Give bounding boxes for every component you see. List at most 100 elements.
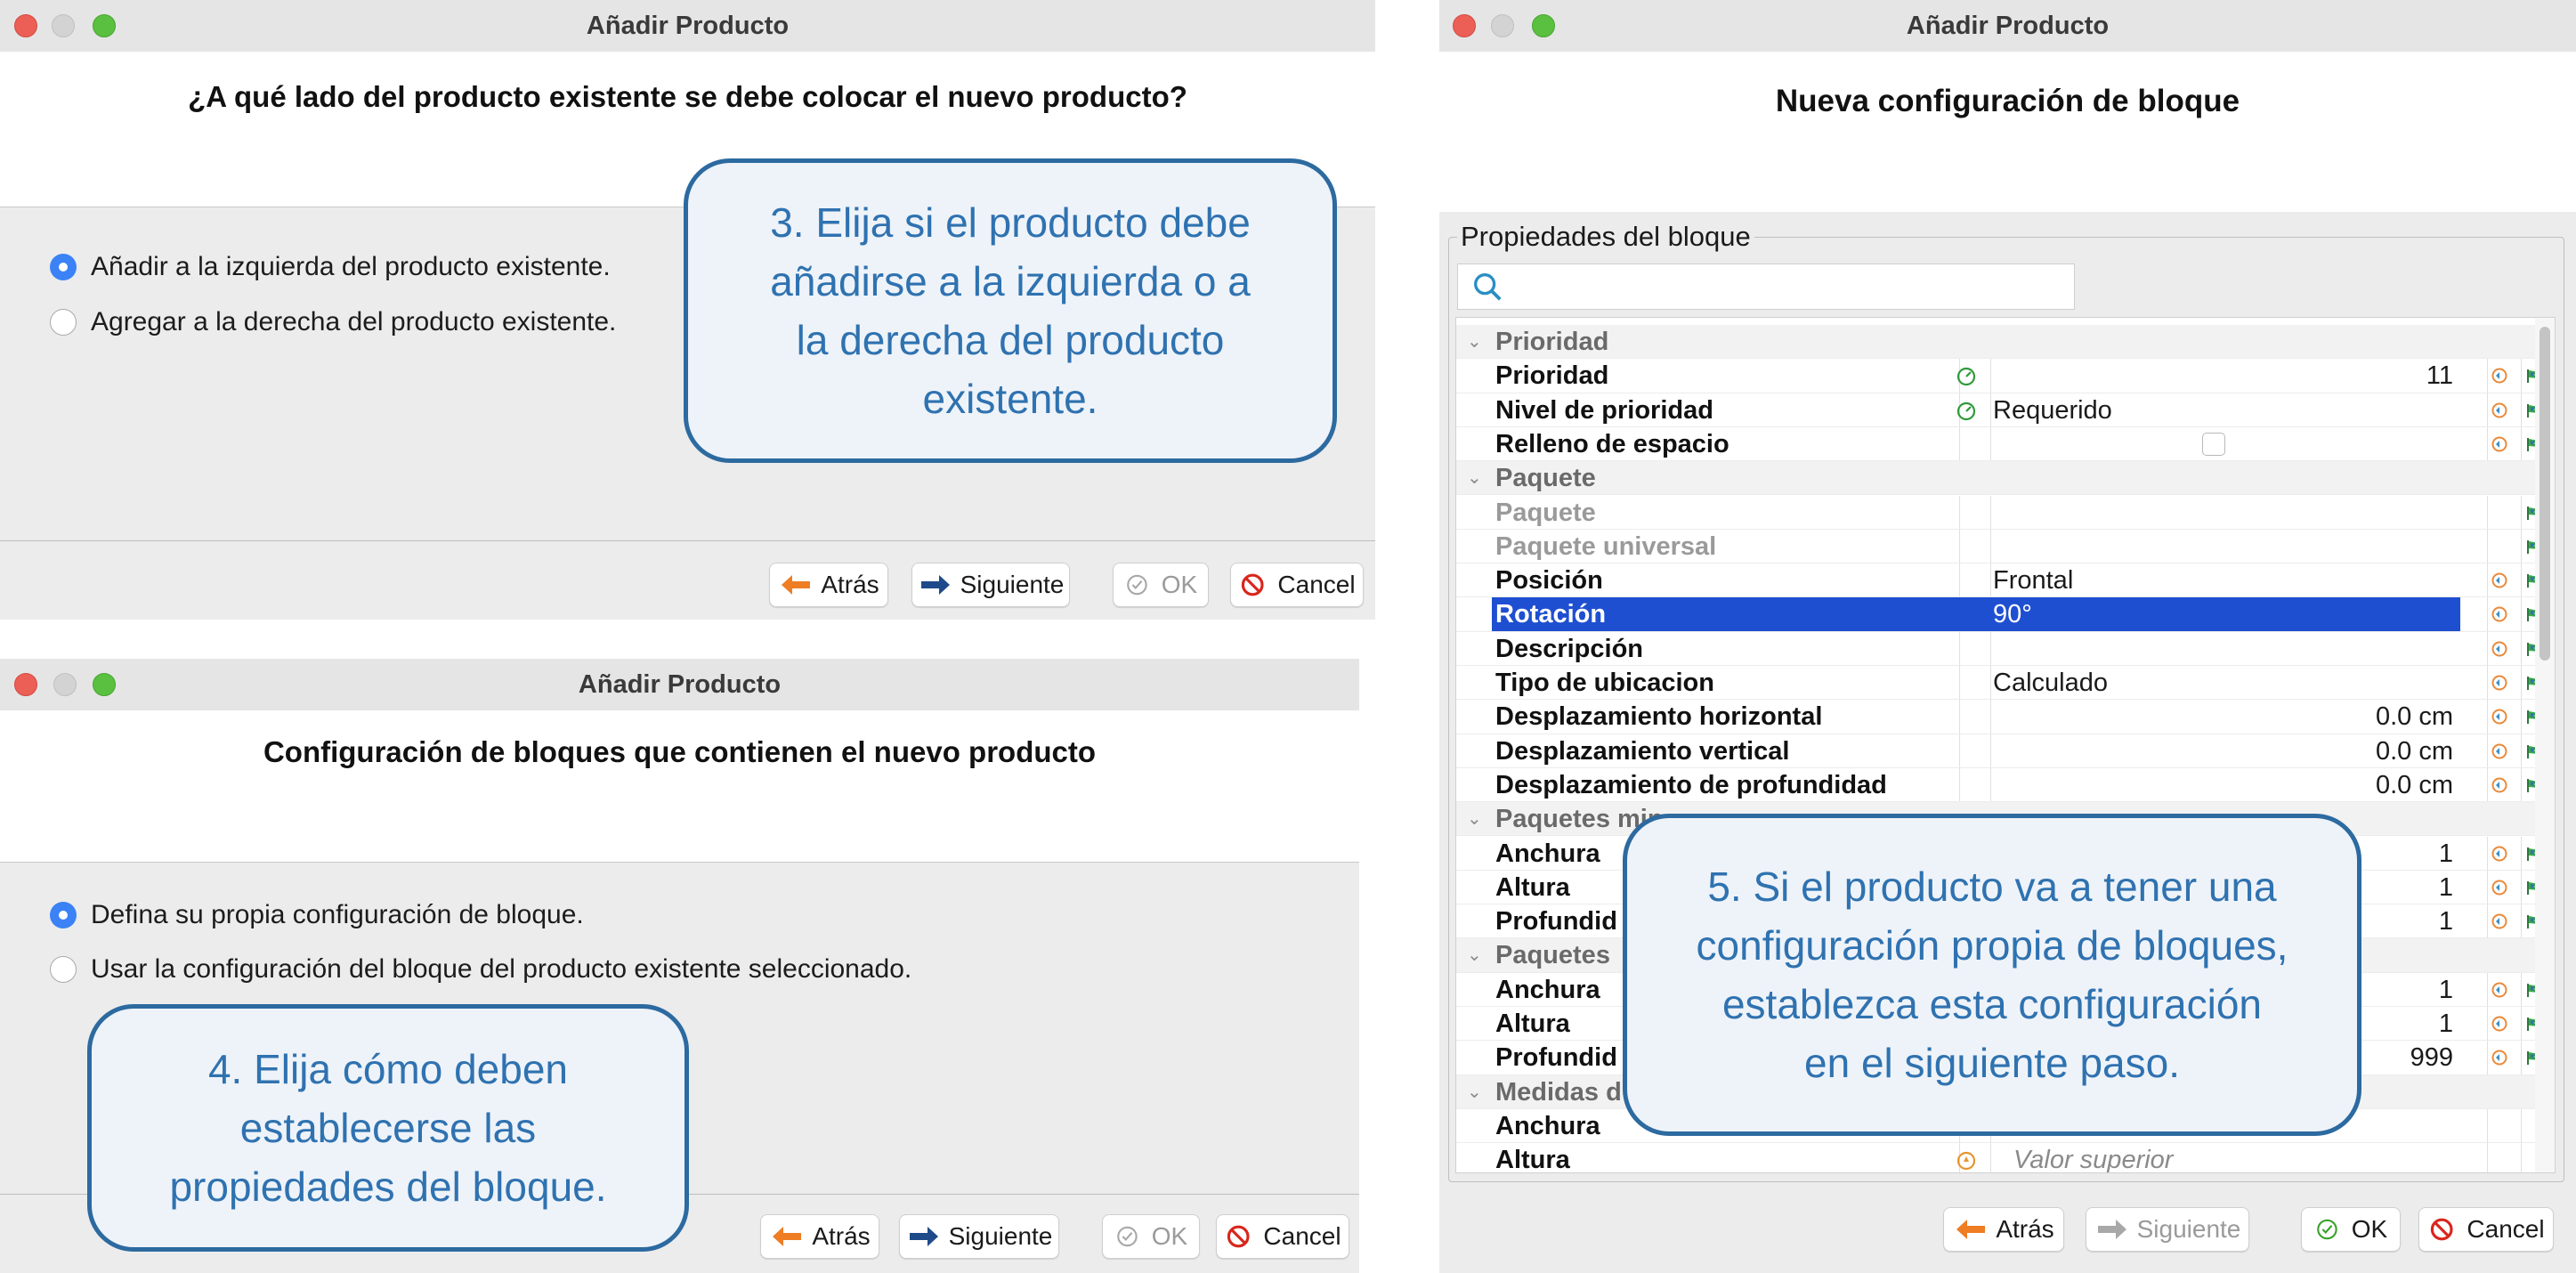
chevron-down-icon[interactable]: ⌄ [1467, 330, 1482, 353]
reset-value-icon[interactable] [2491, 776, 2508, 794]
reset-value-icon[interactable] [2491, 708, 2508, 726]
chevron-down-icon[interactable]: ⌄ [1467, 466, 1482, 489]
property-row[interactable]: Relleno de espacio [1456, 426, 2555, 462]
property-name: Paquete universal [1495, 531, 1717, 561]
scrollbar-thumb[interactable] [2540, 327, 2550, 661]
next-button[interactable]: Siguiente [2086, 1207, 2249, 1252]
chevron-down-icon[interactable]: ⌄ [1467, 944, 1482, 966]
title-bar: Añadir Producto [0, 659, 1359, 710]
option-left-label: Añadir a la izquierda del producto exist… [91, 252, 611, 281]
column-divider [2521, 495, 2522, 529]
back-label: Atrás [812, 1222, 871, 1250]
dialog-question: ¿A qué lado del producto existente se de… [188, 80, 1187, 113]
radio-selected[interactable] [50, 254, 77, 280]
property-value[interactable]: 11 [2426, 359, 2453, 393]
reset-value-icon[interactable] [2491, 674, 2508, 692]
column-divider [1990, 631, 1991, 665]
property-value[interactable]: 999 [2410, 1041, 2453, 1074]
space-fill-checkbox[interactable] [2202, 432, 2225, 456]
property-row[interactable]: Descripción [1456, 631, 2555, 666]
reset-value-icon[interactable] [2491, 572, 2508, 589]
property-value[interactable]: Requerido [1993, 393, 2112, 427]
back-button[interactable]: Atrás [760, 1214, 879, 1259]
property-value[interactable]: 0.0 cm [2376, 734, 2453, 768]
radio-unselected[interactable] [50, 309, 77, 336]
cancel-button[interactable]: Cancel [2418, 1207, 2554, 1252]
column-divider [2521, 700, 2522, 734]
option-right[interactable]: Agregar a la derecha del producto existe… [50, 307, 616, 337]
option-own-config[interactable]: Defina su propia configuración de bloque… [50, 900, 584, 930]
back-button[interactable]: Atrás [1943, 1207, 2064, 1252]
property-value[interactable]: Valor superior [2013, 1143, 2173, 1172]
column-divider [2521, 359, 2522, 393]
search-input[interactable] [1457, 264, 2075, 310]
property-value[interactable]: 1 [2439, 871, 2453, 904]
column-divider [2487, 1108, 2488, 1143]
vertical-scrollbar[interactable] [2535, 318, 2555, 1172]
column-divider [2487, 631, 2488, 665]
next-button[interactable]: Siguiente [911, 563, 1070, 607]
property-value[interactable]: 1 [2439, 837, 2453, 871]
reset-value-icon[interactable] [2491, 640, 2508, 658]
option-existing-config-label: Usar la configuración del bloque del pro… [91, 954, 912, 984]
reset-value-icon[interactable] [2491, 605, 2508, 623]
property-row[interactable]: Nivel de prioridad Requerido [1456, 393, 2555, 427]
option-existing-config[interactable]: Usar la configuración del bloque del pro… [50, 954, 911, 985]
property-row[interactable]: Paquete [1456, 495, 2555, 530]
property-row[interactable]: Altura Valor superior [1456, 1143, 2555, 1172]
property-row[interactable]: Paquete universal [1456, 529, 2555, 564]
column-divider [1959, 495, 1960, 529]
property-row[interactable]: Desplazamiento horizontal 0.0 cm [1456, 700, 2555, 734]
window-title: Añadir Producto [586, 12, 790, 40]
ok-button[interactable]: OK [1113, 563, 1209, 607]
property-value[interactable]: 1 [2439, 904, 2453, 938]
radio-unselected[interactable] [50, 956, 77, 983]
callout-line: 3. Elija si el producto debe [770, 199, 1251, 246]
column-divider [1990, 1143, 1991, 1172]
property-value[interactable]: 0.0 cm [2376, 768, 2453, 802]
column-divider [2521, 1007, 2522, 1041]
reset-value-icon[interactable] [2491, 1015, 2508, 1033]
cancel-label: Cancel [2467, 1215, 2545, 1243]
reset-value-icon[interactable] [2491, 435, 2508, 453]
reset-value-icon[interactable] [2491, 845, 2508, 863]
reset-value-icon[interactable] [2491, 912, 2508, 930]
property-value[interactable]: Frontal [1993, 564, 2073, 597]
radio-selected[interactable] [50, 902, 77, 928]
search-icon [1474, 273, 1502, 301]
cancel-button[interactable]: Cancel [1230, 563, 1364, 607]
column-divider [2487, 700, 2488, 734]
chevron-down-icon[interactable]: ⌄ [1467, 807, 1482, 830]
reset-value-icon[interactable] [2491, 879, 2508, 896]
property-value[interactable]: 1 [2439, 1007, 2453, 1041]
property-value[interactable]: 1 [2439, 973, 2453, 1007]
back-button[interactable]: Atrás [769, 563, 888, 607]
reset-value-icon[interactable] [2491, 1049, 2508, 1066]
property-category[interactable]: ⌄ Prioridad [1456, 325, 2555, 360]
property-row[interactable]: Tipo de ubicacion Calculado [1456, 666, 2555, 701]
chevron-down-icon[interactable]: ⌄ [1467, 1081, 1482, 1103]
property-row[interactable]: Prioridad 11 [1456, 359, 2555, 393]
property-category[interactable]: ⌄ Paquete [1456, 461, 2555, 496]
property-row[interactable]: Desplazamiento vertical 0.0 cm [1456, 734, 2555, 768]
next-label: Siguiente [2136, 1215, 2241, 1243]
property-row[interactable]: Posición Frontal [1456, 564, 2555, 598]
property-name: Altura [1495, 1009, 1570, 1038]
cancel-button[interactable]: Cancel [1216, 1214, 1349, 1259]
reset-value-icon[interactable] [2491, 981, 2508, 999]
column-divider [2521, 870, 2522, 904]
ok-button[interactable]: OK [2301, 1207, 2401, 1252]
property-value[interactable]: 90° [1993, 597, 2032, 631]
column-divider [2487, 666, 2488, 700]
property-row[interactable]: Rotación 90° [1456, 597, 2555, 632]
property-value[interactable]: Calculado [1993, 666, 2108, 700]
next-button[interactable]: Siguiente [899, 1214, 1059, 1259]
reset-value-icon[interactable] [2491, 367, 2508, 385]
reset-value-icon[interactable] [2491, 742, 2508, 760]
column-divider [2521, 631, 2522, 665]
ok-button[interactable]: OK [1102, 1214, 1200, 1259]
property-row[interactable]: Desplazamiento de profundidad 0.0 cm [1456, 767, 2555, 803]
reset-value-icon[interactable] [2491, 401, 2508, 419]
option-left[interactable]: Añadir a la izquierda del producto exist… [50, 252, 611, 282]
property-value[interactable]: 0.0 cm [2376, 700, 2453, 734]
